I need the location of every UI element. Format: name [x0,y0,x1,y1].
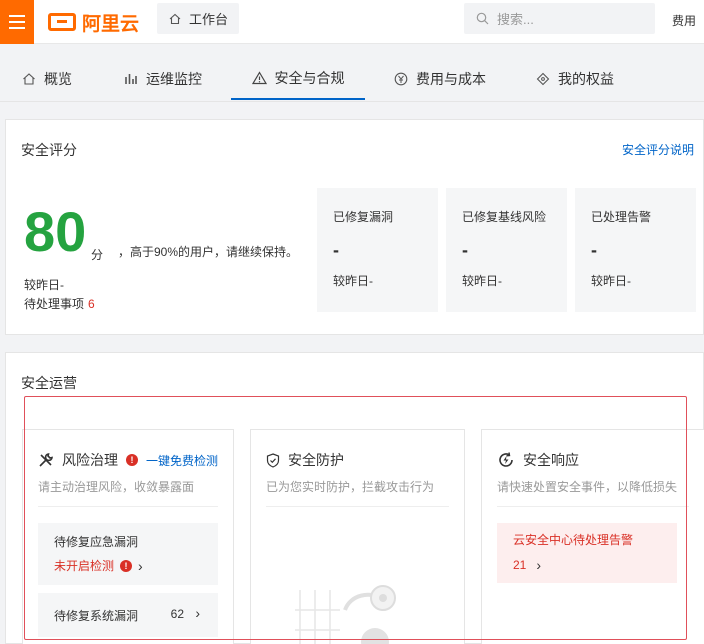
score-description: ，高于90%的用户，请继续保持。 [118,245,299,259]
response-description: 请快速处置安全事件，以降低损失 [497,480,678,494]
alarm-count-row[interactable]: 21 › [513,557,541,573]
search-placeholder: 搜索... [497,12,534,27]
stat-label: 已修复基线风险 [462,210,547,224]
score-compare: 较昨日- [24,278,64,292]
risk-header: 风险治理 ! [38,450,138,470]
alarm-count: 21 [513,558,527,572]
tab-cost-label: 费用与成本 [416,71,486,87]
alert-icon: ! [126,454,138,466]
risk-description: 请主动治理风险，收敛暴露面 [38,480,195,494]
search-icon [476,12,489,25]
tab-overview[interactable]: 概览 [22,58,72,100]
stat-value: - [591,240,597,260]
alert-icon: ! [120,559,133,572]
stat-value: - [333,240,339,260]
protection-header: 安全防护 [266,450,344,470]
stat-compare: 较昨日- [591,274,631,288]
stat-compare: 较昨日- [333,274,373,288]
system-vuln-label: 待修复系统漏洞 [54,609,139,623]
divider [266,506,449,507]
tab-benefits[interactable]: 我的权益 [536,58,614,100]
logo-text: 阿里云 [82,13,140,35]
response-header: 安全响应 [497,450,579,470]
alarm-label: 云安全中心待处理告警 [513,533,634,547]
tabs-divider [0,101,704,102]
fee-link[interactable]: 费用 [672,12,696,29]
divider [38,506,218,507]
home-icon [23,73,35,85]
risk-title: 风险治理 [62,452,118,468]
tab-bar: 概览 运维监控 安全与合规 费用与成本 我的权益 [0,58,704,102]
security-response-card: 安全响应 请快速处置安全事件，以降低损失 云安全中心待处理告警 21 › [481,429,704,644]
pending-count[interactable]: 6 [88,297,95,311]
score-unit: 分 [91,248,104,262]
protection-title: 安全防护 [288,452,344,468]
response-title: 安全响应 [523,452,579,468]
score-help-link[interactable]: 安全评分说明 [622,141,694,158]
stat-value: - [462,240,468,260]
protection-description: 已为您实时防护，拦截攻击行为 [266,480,435,494]
bar-chart-icon [125,74,137,84]
security-protection-card: 安全防护 已为您实时防护，拦截攻击行为 [250,429,465,644]
protection-illustration-icon [295,585,396,644]
security-score-card: 安全评分 安全评分说明 80 分 ，高于90%的用户，请继续保持。 较昨日- 待… [5,119,704,335]
score-title: 安全评分 [21,142,77,158]
chevron-right-icon: › [138,557,143,574]
system-vuln-item[interactable]: 待修复系统漏洞 62 › [38,593,218,637]
warning-icon [251,71,267,85]
score-value: 80 [24,200,87,263]
chevron-right-icon: › [195,605,200,621]
top-bar: 阿里云 工作台 搜索... 费用 [0,0,704,44]
ops-title: 安全运营 [21,375,77,391]
logo[interactable]: 阿里云 [48,10,140,35]
tab-monitoring[interactable]: 运维监控 [124,58,202,100]
lightning-refresh-icon [499,452,513,467]
stat-handled-alerts: 已处理告警 - 较昨日- [575,188,696,312]
system-vuln-count: 62 [170,607,184,621]
stat-compare: 较昨日- [462,274,502,288]
divider [497,506,689,507]
tab-security-compliance[interactable]: 安全与合规 [231,58,365,100]
emergency-vuln-item[interactable]: 待修复应急漏洞 未开启检测 ! › [38,523,218,585]
workbench-button[interactable]: 工作台 [157,3,239,34]
diamond-icon [536,72,550,86]
chevron-right-icon: › [536,557,542,573]
emergency-vuln-label: 待修复应急漏洞 [54,535,139,549]
stat-label: 已处理告警 [591,210,652,224]
risk-governance-card: 风险治理 ! 一键免费检测 请主动治理风险，收敛暴露面 待修复应急漏洞 未开启检… [22,429,234,644]
pending-label: 待处理事项 [24,297,85,311]
stat-fixed-vulnerabilities: 已修复漏洞 - 较昨日- [317,188,438,312]
free-check-link[interactable]: 一键免费检测 [146,452,218,469]
yuan-icon [394,72,408,86]
home-icon [169,13,181,24]
tab-security-label: 安全与合规 [274,70,345,86]
tools-icon [39,453,53,467]
tab-cost[interactable]: 费用与成本 [394,58,486,100]
emergency-vuln-status[interactable]: 未开启检测 ! › [54,557,143,574]
tab-overview-label: 概览 [44,71,72,87]
pending-alarms-item[interactable]: 云安全中心待处理告警 21 › [497,523,677,583]
shield-icon [266,452,280,468]
aliyun-logo-icon [48,13,76,31]
pending-items[interactable]: 待处理事项 6 [24,295,95,312]
tab-monitoring-label: 运维监控 [146,71,202,87]
menu-icon[interactable] [0,0,34,44]
tab-benefits-label: 我的权益 [558,71,614,87]
status-text: 未开启检测 [54,559,115,573]
workbench-label: 工作台 [189,12,229,27]
stat-fixed-baseline-risks: 已修复基线风险 - 较昨日- [446,188,567,312]
search-input[interactable]: 搜索... [464,3,655,34]
stat-label: 已修复漏洞 [333,210,394,224]
